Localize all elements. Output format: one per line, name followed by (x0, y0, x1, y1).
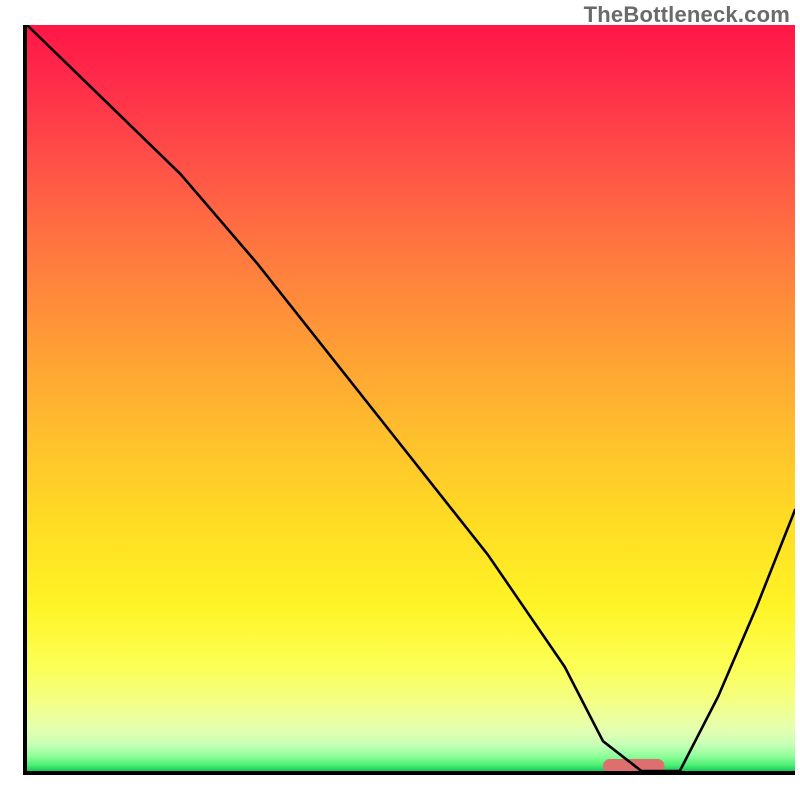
watermark-text: TheBottleneck.com (584, 2, 790, 28)
plot-area (23, 25, 795, 775)
chart-frame: TheBottleneck.com (0, 0, 800, 800)
gradient-line-chart (27, 25, 795, 771)
